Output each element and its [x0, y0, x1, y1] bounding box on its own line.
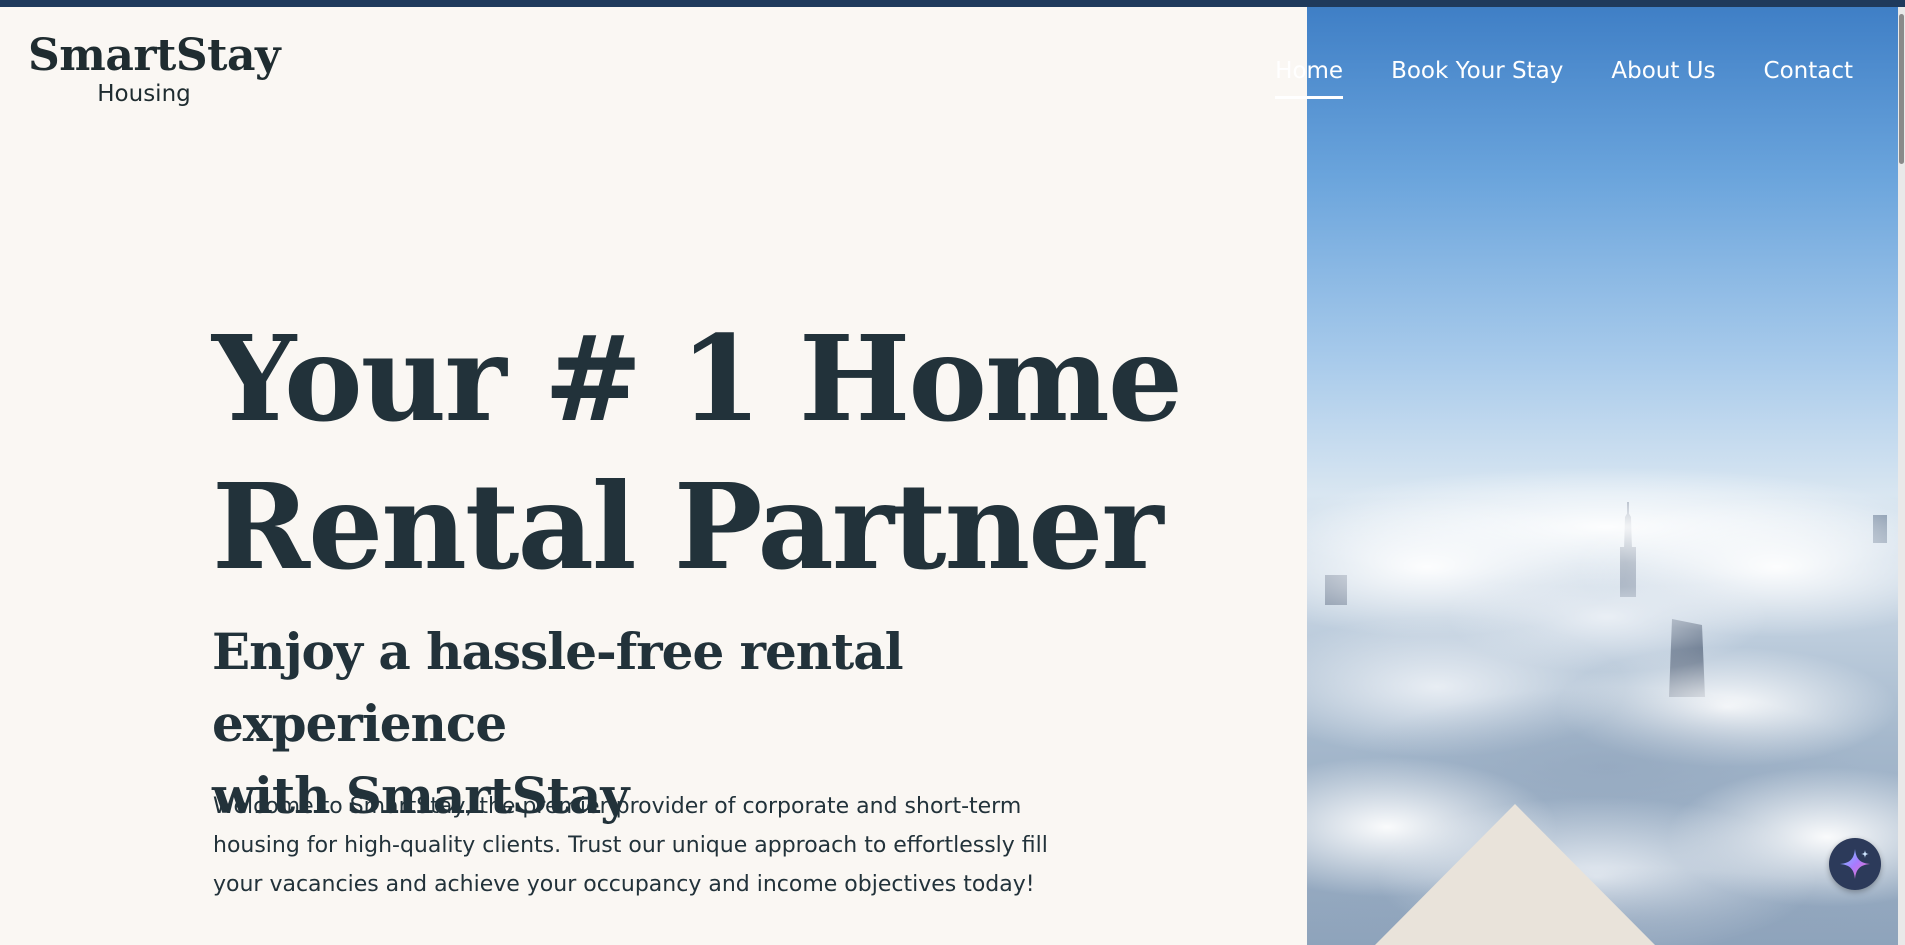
vertical-scrollbar[interactable]: ▲	[1898, 0, 1905, 945]
nav-home-link[interactable]: Home	[1275, 56, 1344, 99]
hero-title-line-1: Your # 1 Home	[212, 309, 1183, 448]
logo[interactable]: SmartStay Housing	[28, 30, 281, 108]
nav-contact-link[interactable]: Contact	[1764, 56, 1853, 99]
nav-book-your-stay-link[interactable]: Book Your Stay	[1391, 56, 1563, 99]
top-accent-bar	[0, 0, 1905, 7]
page: SmartStay Housing Your # 1 Home Rental P…	[0, 0, 1905, 945]
hero-image-skyline-clouds	[1307, 7, 1898, 945]
hero-title: Your # 1 Home Rental Partner	[212, 305, 1272, 601]
scrollbar-thumb[interactable]	[1899, 14, 1904, 164]
hero-description-line-3: your vacancies and achieve your occupanc…	[213, 872, 1035, 897]
ai-assistant-button[interactable]	[1829, 838, 1881, 890]
hero-description-line-2: housing for high-quality clients. Trust …	[213, 833, 1048, 858]
main-navigation: Home Book Your Stay About Us Contact	[1275, 56, 1853, 99]
hero-title-line-2: Rental Partner	[212, 457, 1164, 596]
logo-brand-name: SmartStay	[28, 30, 281, 81]
logo-tagline: Housing	[97, 81, 191, 107]
nav-about-us-link[interactable]: About Us	[1611, 56, 1715, 99]
hero-description-line-1: Welcome to SmartStay, the premier provid…	[213, 794, 1022, 819]
sparkle-icon	[1840, 849, 1870, 879]
clouds-skyline-illustration	[1307, 467, 1898, 945]
hero-description: Welcome to SmartStay, the premier provid…	[213, 787, 1113, 904]
hero-subtitle-line-1: Enjoy a hassle-free rental experience	[212, 622, 904, 753]
